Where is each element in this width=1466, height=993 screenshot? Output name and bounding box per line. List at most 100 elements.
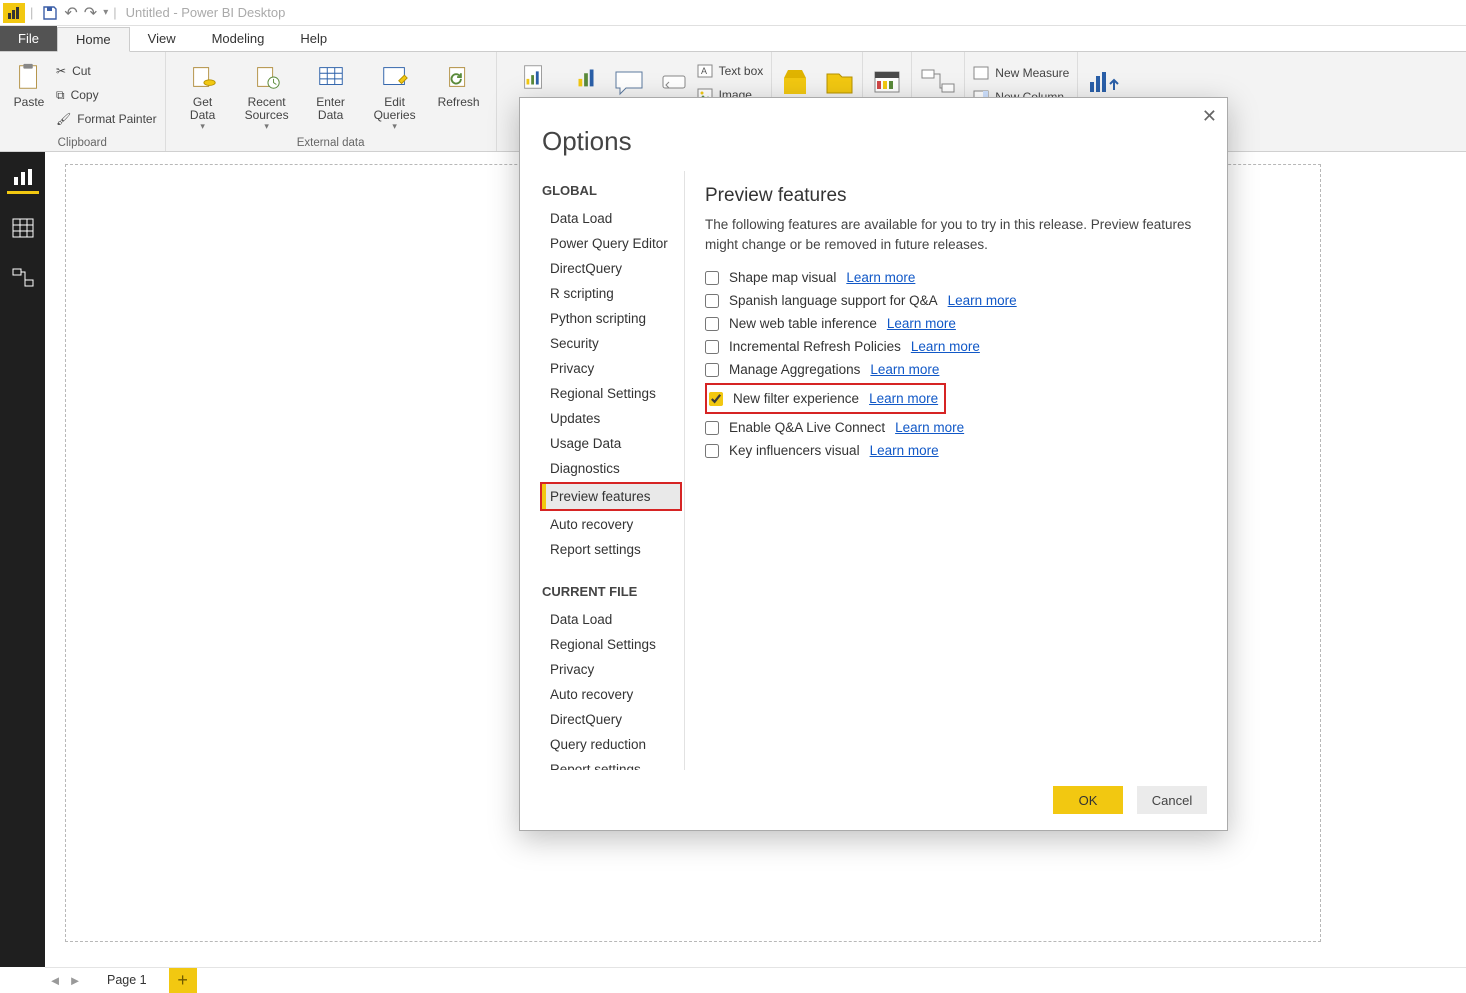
refresh-label: Refresh: [438, 96, 480, 109]
buttons-icon[interactable]: [661, 70, 689, 94]
scissors-icon: ✂: [56, 64, 66, 78]
feature-checkbox[interactable]: [705, 444, 719, 458]
page-tab-1[interactable]: Page 1: [85, 968, 169, 993]
save-icon[interactable]: [42, 5, 58, 21]
publish-icon[interactable]: [1086, 66, 1120, 98]
tab-modeling[interactable]: Modeling: [194, 26, 283, 51]
separator: |: [30, 5, 33, 20]
options-nav-item[interactable]: Data Load: [542, 206, 680, 231]
undo-icon[interactable]: ↶: [64, 3, 77, 23]
feature-checkbox[interactable]: [705, 340, 719, 354]
options-nav-item[interactable]: Usage Data: [542, 431, 680, 456]
options-nav-item[interactable]: Regional Settings: [542, 632, 680, 657]
options-nav-item[interactable]: Regional Settings: [542, 381, 680, 406]
report-view-button[interactable]: [7, 162, 39, 194]
learn-more-link[interactable]: Learn more: [895, 420, 964, 435]
options-nav-item[interactable]: Data Load: [542, 607, 680, 632]
feature-checkbox[interactable]: [705, 271, 719, 285]
tab-view[interactable]: View: [130, 26, 194, 51]
options-nav-item[interactable]: DirectQuery: [542, 256, 680, 281]
options-nav-item[interactable]: Report settings: [542, 537, 680, 562]
quick-access-toolbar: ↶ ↷ ▾: [42, 3, 108, 23]
options-nav-item[interactable]: Updates: [542, 406, 680, 431]
feature-label: Enable Q&A Live Connect: [729, 420, 885, 435]
cancel-button[interactable]: Cancel: [1137, 786, 1207, 814]
theme-icon[interactable]: [871, 66, 903, 98]
brush-icon: 🖌: [56, 112, 71, 126]
recent-sources-label: Recent Sources: [245, 96, 289, 122]
view-switcher: [0, 152, 45, 967]
dialog-title: Options: [520, 98, 1227, 171]
edit-queries-button[interactable]: Edit Queries: [366, 56, 424, 132]
tab-file[interactable]: File: [0, 26, 57, 51]
text-box-button[interactable]: AText box: [697, 60, 764, 82]
format-painter-label: Format Painter: [77, 112, 156, 126]
options-nav-item[interactable]: Diagnostics: [542, 456, 680, 481]
options-nav-item[interactable]: Privacy: [542, 356, 680, 381]
options-nav-item[interactable]: Preview features: [542, 484, 680, 509]
learn-more-link[interactable]: Learn more: [948, 293, 1017, 308]
feature-checkbox[interactable]: [705, 294, 719, 308]
new-measure-button[interactable]: New Measure: [973, 62, 1069, 84]
options-nav-item[interactable]: Auto recovery: [542, 512, 680, 537]
get-data-button[interactable]: Get Data: [174, 56, 232, 132]
feature-row: Enable Q&A Live Connect Learn more: [705, 416, 1207, 439]
content-title: Preview features: [705, 185, 1207, 207]
title-bar: | ↶ ↷ ▾ | Untitled - Power BI Desktop: [0, 0, 1466, 26]
options-nav-item[interactable]: Python scripting: [542, 306, 680, 331]
marketplace-icon[interactable]: [780, 66, 810, 98]
format-painter-button[interactable]: 🖌 Format Painter: [56, 108, 157, 130]
learn-more-link[interactable]: Learn more: [846, 270, 915, 285]
add-page-button[interactable]: +: [169, 968, 197, 993]
relationships-icon[interactable]: [920, 66, 956, 98]
tab-home[interactable]: Home: [57, 27, 130, 52]
options-nav-item[interactable]: R scripting: [542, 281, 680, 306]
refresh-button[interactable]: Refresh: [430, 56, 488, 109]
options-nav-item[interactable]: Query reduction: [542, 732, 680, 757]
from-file-icon[interactable]: [824, 66, 854, 98]
group-label-external: External data: [174, 135, 488, 149]
model-view-button[interactable]: [7, 262, 39, 294]
learn-more-link[interactable]: Learn more: [911, 339, 980, 354]
ok-button[interactable]: OK: [1053, 786, 1123, 814]
qat-dropdown-icon[interactable]: ▾: [103, 7, 108, 18]
text-box-label: Text box: [719, 64, 764, 78]
options-nav-item[interactable]: Auto recovery: [542, 682, 680, 707]
tab-scroll-left[interactable]: ◄: [45, 973, 65, 988]
options-nav-item[interactable]: DirectQuery: [542, 707, 680, 732]
options-nav-item[interactable]: Privacy: [542, 657, 680, 682]
tab-help[interactable]: Help: [282, 26, 345, 51]
tab-scroll-right[interactable]: ►: [65, 973, 85, 988]
options-nav-item[interactable]: Power Query Editor: [542, 231, 680, 256]
feature-checkbox[interactable]: [705, 421, 719, 435]
learn-more-link[interactable]: Learn more: [870, 362, 939, 377]
edit-queries-label: Edit Queries: [374, 96, 416, 122]
data-view-button[interactable]: [7, 212, 39, 244]
cut-button[interactable]: ✂Cut: [56, 60, 157, 82]
close-icon[interactable]: ✕: [1202, 106, 1217, 127]
feature-row: Spanish language support for Q&ALearn mo…: [705, 289, 1207, 312]
feature-checkbox[interactable]: [705, 363, 719, 377]
learn-more-link[interactable]: Learn more: [887, 316, 956, 331]
enter-data-button[interactable]: Enter Data: [302, 56, 360, 122]
section-global: GLOBAL: [542, 183, 680, 198]
learn-more-link[interactable]: Learn more: [869, 391, 938, 406]
options-nav-item[interactable]: Security: [542, 331, 680, 356]
copy-button[interactable]: ⧉Copy: [56, 84, 157, 106]
feature-label: New web table inference: [729, 316, 877, 331]
content-description: The following features are available for…: [705, 215, 1207, 254]
recent-sources-button[interactable]: Recent Sources: [238, 56, 296, 132]
learn-more-link[interactable]: Learn more: [870, 443, 939, 458]
feature-row: New filter experienceLearn more: [709, 387, 938, 410]
options-nav-item[interactable]: Report settings: [542, 757, 680, 770]
paste-button[interactable]: Paste: [8, 56, 50, 109]
ask-question-icon[interactable]: [614, 68, 648, 98]
feature-checkbox[interactable]: [709, 392, 723, 406]
dialog-footer: OK Cancel: [520, 770, 1227, 830]
redo-icon[interactable]: ↷: [84, 3, 97, 23]
feature-checkbox[interactable]: [705, 317, 719, 331]
ribbon-tabs: File Home View Modeling Help: [0, 26, 1466, 52]
feature-row: Manage AggregationsLearn more: [705, 358, 1207, 381]
feature-label: Key influencers visual: [729, 443, 860, 458]
section-current-file: CURRENT FILE: [542, 584, 680, 599]
